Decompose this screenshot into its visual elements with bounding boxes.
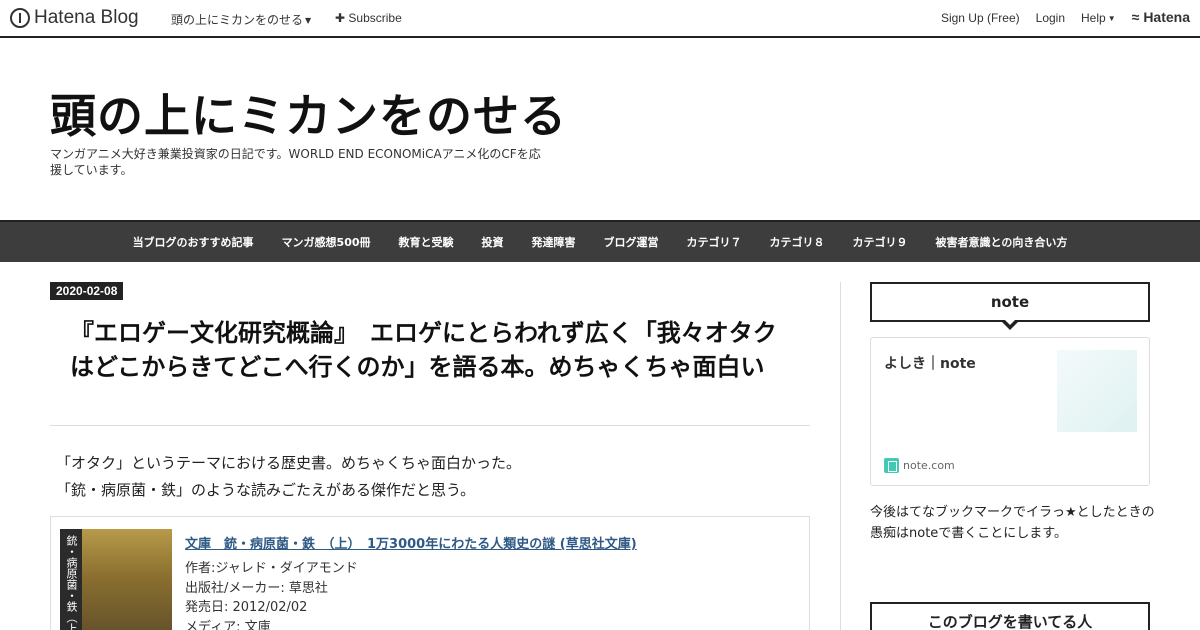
nav-item-manga[interactable]: マンガ感想500冊 xyxy=(268,234,385,250)
entry-line: 「オタク」というテーマにおける歴史書。めちゃくちゃ面白かった。 xyxy=(56,454,522,472)
caret-down-icon: ▼ xyxy=(1107,14,1116,24)
nav-item-blog[interactable]: ブログ運営 xyxy=(590,234,673,250)
embed-card-title: よしき｜note xyxy=(884,356,976,372)
entry-date[interactable]: 2020-02-08 xyxy=(50,282,124,300)
blog-title[interactable]: 頭の上にミカンをのせる xyxy=(50,80,567,146)
nav-item-education[interactable]: 教育と受験 xyxy=(385,234,468,250)
nav-item-victim[interactable]: 被害者意識との向き合い方 xyxy=(922,234,1082,250)
note-favicon-icon xyxy=(884,458,899,473)
blog-name-menu[interactable]: 頭の上にミカンをのせる ▼ xyxy=(171,11,311,28)
sidebar-text: 今後はてなブックマークでイラっ★としたときの愚痴はnoteで書くことにします。 xyxy=(870,505,1155,541)
sidebar-divider xyxy=(840,282,841,630)
hatena-blog-logo-icon xyxy=(10,8,30,28)
nav-item-category8[interactable]: カテゴリ８ xyxy=(756,234,839,250)
entry-line: 「銃・病原菌・鉄」のような読みごたえがある傑作だと思う。 xyxy=(56,481,476,499)
entry-body: 「オタク」というテーマにおける歴史書。めちゃくちゃ面白かった。 「銃・病原菌・鉄… xyxy=(56,450,521,504)
book-cover-image[interactable]: 銃・病原菌・鉄（上） xyxy=(60,529,172,630)
category-nav: 当ブログのおすすめ記事 マンガ感想500冊 教育と受験 投資 発達障害 ブログ運… xyxy=(0,220,1200,262)
global-header: Hatena Blog 頭の上にミカンをのせる ▼ ✚ Subscribe Sig… xyxy=(0,0,1200,38)
sidebar-module-title-author: このブログを書いてる人 xyxy=(870,602,1150,630)
hatena-label: Hatena xyxy=(1143,9,1190,25)
nav-item-developmental[interactable]: 発達障害 xyxy=(518,234,590,250)
sidebar-module-title-note: note xyxy=(870,282,1150,330)
product-meta: 作者:ジャレド・ダイアモンド 出版社/メーカー: 草思社 発売日: 2012/0… xyxy=(185,559,358,630)
embed-card-source: note.com xyxy=(884,458,955,473)
product-release: 発売日: 2012/02/02 xyxy=(185,600,308,615)
product-link[interactable]: 文庫 銃・病原菌・鉄 （上） 1万3000年にわたる人類史の謎 (草思社文庫) xyxy=(185,533,637,552)
help-label: Help xyxy=(1081,11,1106,25)
hatena-logo-icon: ≈ xyxy=(1131,9,1140,25)
nav-item-recommended[interactable]: 当ブログのおすすめ記事 xyxy=(119,234,268,250)
logo-text: Hatena Blog xyxy=(34,7,139,28)
blog-name-label: 頭の上にミカンをのせる xyxy=(171,13,304,27)
caret-down-icon: ▼ xyxy=(305,16,312,25)
entry-title[interactable]: 『エロゲー文化研究概論』 エロゲにとらわれず広く「我々オタクはどこからきてどこへ… xyxy=(70,316,800,384)
hatena-blog-logo[interactable]: Hatena Blog xyxy=(10,7,139,29)
title-divider xyxy=(50,425,810,426)
help-menu[interactable]: Help ▼ xyxy=(1081,11,1116,25)
subscribe-button[interactable]: ✚ Subscribe xyxy=(335,11,402,25)
note-embed-card[interactable]: よしき｜note note.com xyxy=(870,337,1150,486)
book-cover-title: 銃・病原菌・鉄（上） xyxy=(60,529,82,630)
nav-item-investment[interactable]: 投資 xyxy=(468,234,518,250)
product-author: 作者:ジャレド・ダイアモンド xyxy=(185,561,358,576)
product-media: メディア: 文庫 xyxy=(185,619,271,630)
embed-card-source-text: note.com xyxy=(903,459,955,472)
module-title-text: note xyxy=(990,293,1030,311)
pointer-arrow-icon xyxy=(1000,318,1020,330)
signup-link[interactable]: Sign Up (Free) xyxy=(941,11,1020,25)
hatena-link[interactable]: ≈ Hatena xyxy=(1132,9,1190,25)
global-header-right: Sign Up (Free) Login Help ▼ ≈ Hatena xyxy=(941,9,1190,25)
nav-item-category7[interactable]: カテゴリ７ xyxy=(673,234,756,250)
blog-description: マンガアニメ大好き兼業投資家の日記です。WORLD END ECONOMiCAア… xyxy=(50,147,541,177)
product-card: 銃・病原菌・鉄（上） 文庫 銃・病原菌・鉄 （上） 1万3000年にわたる人類史… xyxy=(50,516,810,630)
product-publisher: 出版社/メーカー: 草思社 xyxy=(185,580,328,596)
nav-item-category9[interactable]: カテゴリ９ xyxy=(839,234,922,250)
login-link[interactable]: Login xyxy=(1036,11,1065,25)
embed-card-thumbnail xyxy=(1057,350,1137,432)
module-title-text: このブログを書いてる人 xyxy=(927,613,1093,630)
